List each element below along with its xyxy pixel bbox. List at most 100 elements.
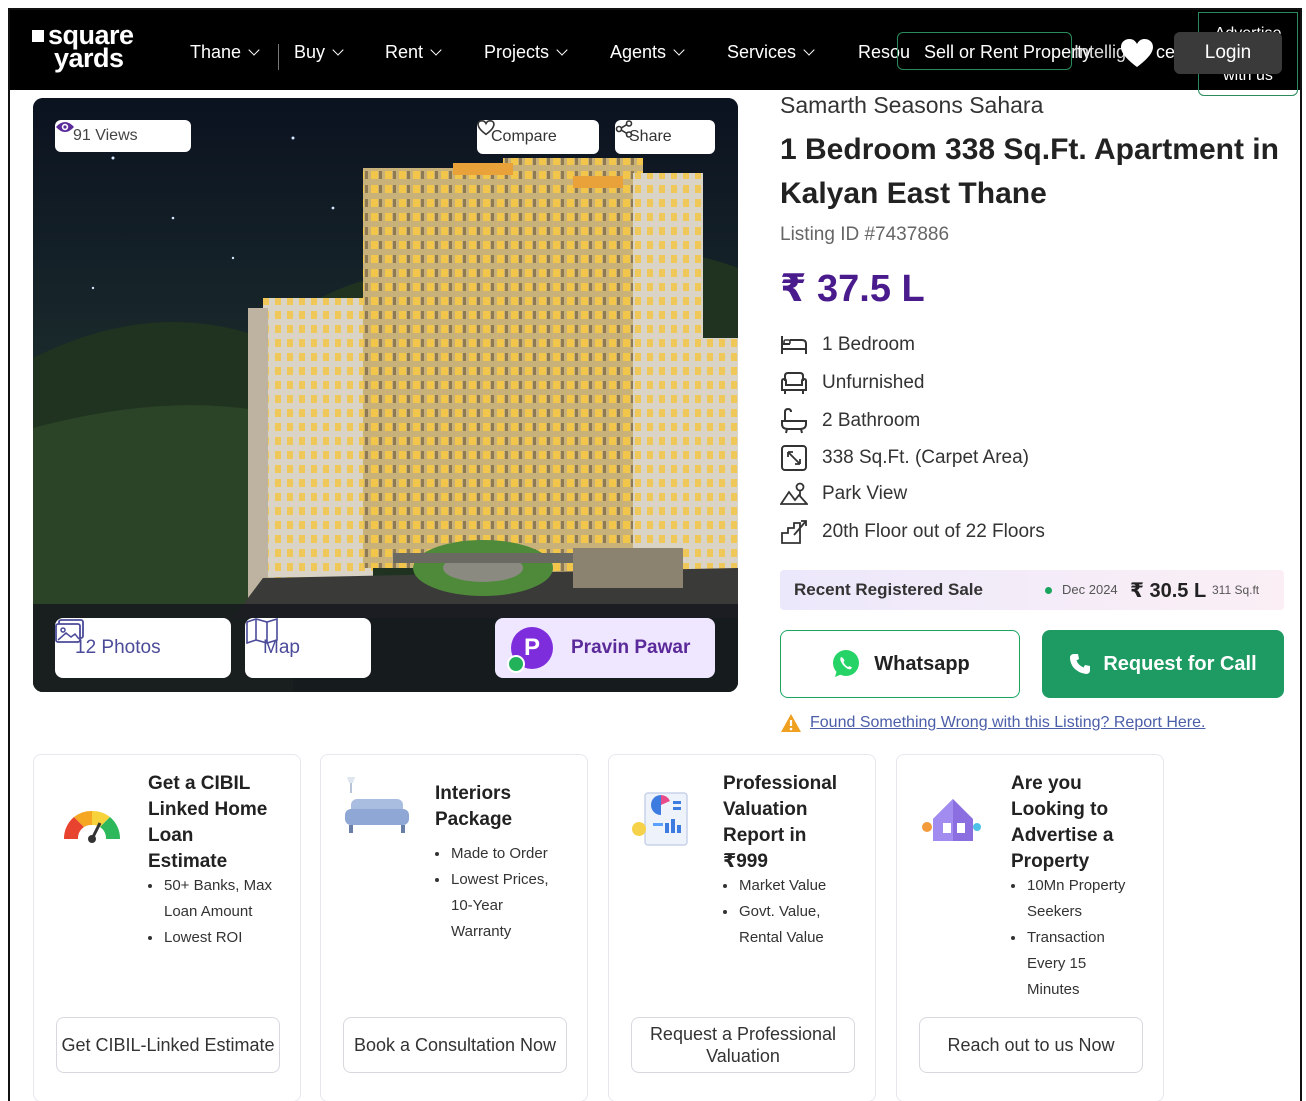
nav-item-intelligence-end: ce [1156,42,1175,63]
card-title: Professional Valuation Report in ₹999 [723,771,837,875]
compare-label: Compare [491,128,557,145]
photos-label: 12 Photos [75,637,161,658]
recent-sale-area: 311 Sq.ft [1212,583,1260,597]
share-button[interactable]: Share [615,120,715,154]
bullet-item: Lowest ROI [148,925,272,951]
report-label: Found Something Wrong with this Listing?… [810,714,1206,731]
recent-sale-price: ₹ 30.5 L [1130,580,1207,602]
bed-icon [781,336,807,354]
project-name[interactable]: Samarth Seasons Sahara [780,92,1043,119]
bullet-item: Transaction Every 15 Minutes [1011,925,1125,1003]
title-line: Linked Home [148,799,268,820]
bullet-line: Warranty [451,923,512,940]
cibil-loan-card: Get a CIBIL Linked Home Loan Estimate 50… [33,754,301,1101]
bullet-item: 10Mn Property Seekers [1011,873,1125,925]
bullet-line: Seekers [1027,903,1083,920]
whatsapp-icon [833,650,860,677]
map-icon [246,618,278,644]
recent-registered-sale[interactable]: Recent Registered Sale Dec 2024 ₹ 30.5 L… [780,570,1284,610]
title-line: Interiors [435,783,512,804]
nav-item-projects[interactable]: Projects [484,42,568,63]
agent-name: Pravin Pawar [571,637,691,658]
sofa-icon [781,372,807,394]
bullet-item: 50+ Banks, Max Loan Amount [148,873,272,925]
building-render-image [33,98,738,692]
get-cibil-estimate-button[interactable]: Get CIBIL-Linked Estimate [56,1017,280,1073]
sell-or-rent-label: Sell or Rent Property [924,42,1092,62]
feature-view: Park View [780,482,907,506]
title-line: Advertise a [1011,825,1114,846]
nav-item-thane[interactable]: Thane [190,42,260,63]
nav-label: ce [1156,42,1176,62]
bullet-line: Lowest Prices, [451,871,549,888]
whatsapp-label: Whatsapp [874,652,970,675]
nav-item-buy[interactable]: Buy [294,42,344,63]
nav-item-agents[interactable]: Agents [610,42,685,63]
eye-icon [56,122,74,132]
card-title: Are you Looking to Advertise a Property [1011,771,1113,875]
whatsapp-badge-icon [507,655,525,673]
chevron-down-icon [248,44,260,56]
bullet-line: Market Value [739,877,827,894]
nav-label: Intellig [1074,42,1127,62]
park-icon [780,482,808,505]
request-call-label: Request for Call [1103,652,1257,675]
feature-label: 2 Bathroom [822,410,921,431]
share-label: Share [629,128,672,145]
reach-out-button[interactable]: Reach out to us Now [919,1017,1143,1073]
card-bullets: 10Mn Property Seekers Transaction Every 15… [1011,873,1125,1003]
title-line: Report in [723,825,807,846]
status-dot-icon [1045,587,1052,594]
login-button[interactable]: Login [1174,32,1282,74]
warning-icon [781,714,801,732]
title-line: Looking to [1011,799,1109,820]
card-bullets: Market Value Govt. Value, Rental Value [723,873,826,951]
nav-item-services[interactable]: Services [727,42,815,63]
nav-label: Agents [610,42,667,62]
share-icon [615,120,633,138]
nav-item-intelligence[interactable]: Intellig [1074,42,1126,63]
logo-line-2: yards [54,43,124,73]
card-bullets: 50+ Banks, Max Loan Amount Lowest ROI [148,873,272,951]
chevron-down-icon [332,44,344,56]
book-consultation-button[interactable]: Book a Consultation Now [343,1017,567,1073]
feature-furnishing: Unfurnished [780,371,924,395]
compare-button[interactable]: Compare [477,120,599,154]
listing-id: Listing ID #7437886 [780,224,950,245]
heart-icon[interactable] [1120,39,1154,69]
bullet-item: Lowest Prices, 10-Year Warranty [435,867,549,945]
bullet-item: Govt. Value, Rental Value [723,899,826,951]
phone-icon [1070,654,1091,674]
bullet-line: 10-Year [451,897,503,914]
bathtub-icon [781,408,807,434]
bullet-item: Made to Order [435,841,549,867]
bullet-line: Transaction [1027,929,1105,946]
request-call-button[interactable]: Request for Call [1042,630,1284,698]
photos-button[interactable]: 12 Photos [55,618,231,678]
agent-card[interactable]: P Pravin Pawar [495,618,715,678]
nav-label: Services [727,42,797,62]
card-title: Interiors Package [435,781,512,833]
report-listing-link[interactable]: Found Something Wrong with this Listing?… [780,713,1205,733]
map-button[interactable]: Map [245,618,371,678]
nav-label: Rent [385,42,424,62]
chevron-down-icon [430,44,442,56]
card-title: Get a CIBIL Linked Home Loan Estimate [148,771,267,875]
top-nav: square yards Thane Buy Rent Projects Age… [10,10,1300,96]
square-yards-logo[interactable]: square yards [32,22,134,73]
bullet-item: Market Value [723,873,826,899]
nav-item-rent[interactable]: Rent [385,42,442,63]
feature-label: Unfurnished [822,372,925,393]
property-image[interactable]: 91 Views Compare Share 12 Photos Map P P… [33,98,738,692]
chevron-down-icon [556,44,568,56]
nav-label: Buy [294,42,326,62]
whatsapp-button[interactable]: Whatsapp [780,630,1020,698]
advertise-property-card: Are you Looking to Advertise a Property … [896,754,1164,1101]
views-badge: 91 Views [55,120,191,152]
bullet-line: Lowest ROI [164,929,243,946]
feature-area: 338 Sq.Ft. (Carpet Area) [780,445,1029,471]
request-valuation-button[interactable]: Request a Professional Valuation [631,1017,855,1073]
title-line: Property [1011,851,1090,872]
logo-square-icon [32,30,44,42]
recent-sale-date: Dec 2024 [1062,582,1118,597]
